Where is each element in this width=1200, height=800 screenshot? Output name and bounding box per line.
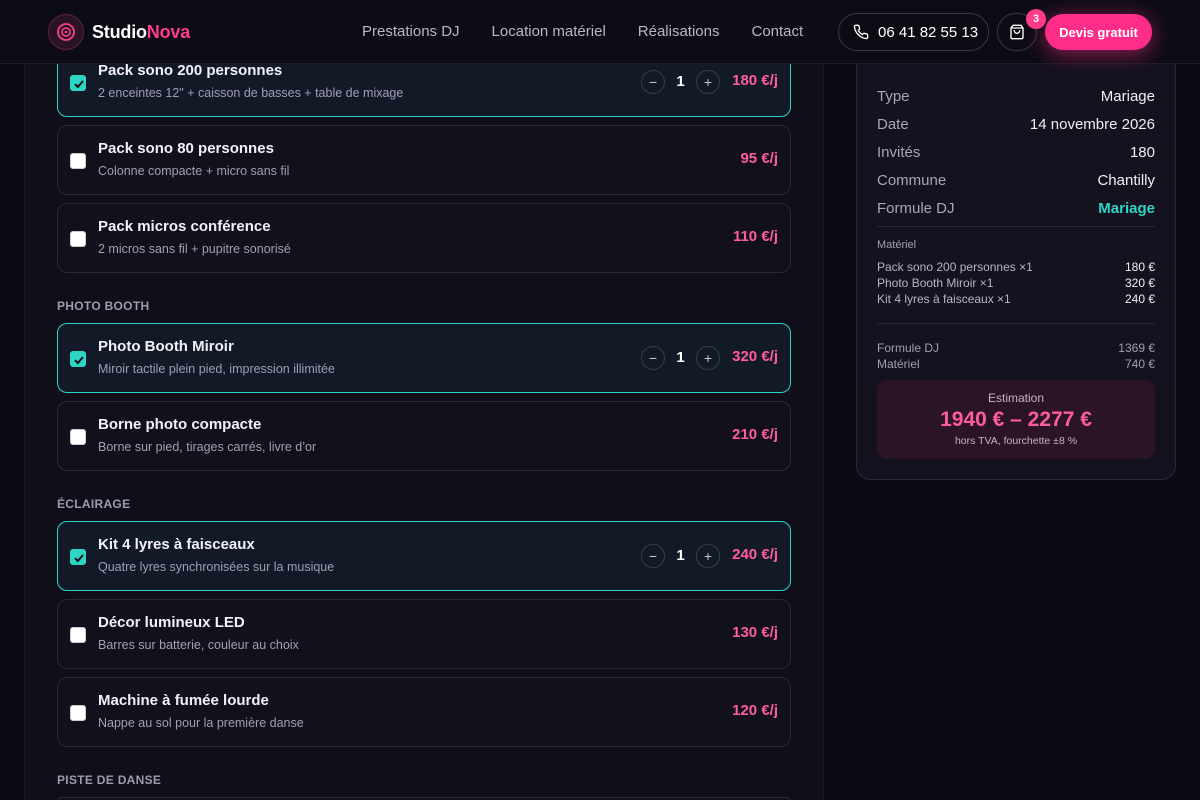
item-description: Barres sur batterie, couleur au choix xyxy=(98,638,299,652)
item-description: Quatre lyres synchronisées sur la musiqu… xyxy=(98,560,335,574)
nav-link-realisations[interactable]: Réalisations xyxy=(638,22,720,42)
item-name: Photo Booth Miroir xyxy=(98,338,234,355)
summary-row-type: Type Mariage xyxy=(877,88,1155,105)
quantity-value: 1 xyxy=(676,73,685,90)
shopping-bag-icon xyxy=(1010,24,1024,40)
quantity-stepper: − 1 + xyxy=(641,70,720,94)
section-heading-piste-de-danse: PISTE DE DANSE xyxy=(57,773,162,787)
item-name: Borne photo compacte xyxy=(98,416,262,433)
checkmark-icon xyxy=(74,554,84,563)
checkmark-icon xyxy=(74,356,84,365)
nav-link-contact[interactable]: Contact xyxy=(752,22,804,42)
equipment-item[interactable]: Machine à fumée lourde Nappe au sol pour… xyxy=(57,677,791,747)
quantity-stepper: − 1 + xyxy=(641,346,720,370)
section-heading-photo-booth: PHOTO BOOTH xyxy=(57,299,150,313)
phone-button[interactable]: 06 41 82 55 13 xyxy=(838,13,989,51)
nav-link-prestations-dj[interactable]: Prestations DJ xyxy=(362,22,460,42)
item-name: Décor lumineux LED xyxy=(98,614,245,631)
item-checkbox[interactable] xyxy=(70,231,86,247)
estimate-note: hors TVA, fourchette ±8 % xyxy=(954,435,1078,447)
quote-summary-card: Type Mariage Date 14 novembre 2026 Invités… xyxy=(856,44,1176,480)
item-description: 2 micros sans fil + pupitre sonorisé xyxy=(98,242,291,256)
cart-button[interactable]: 3 xyxy=(997,9,1046,51)
quantity-stepper: − 1 + xyxy=(641,544,720,568)
summary-row-date: Date 14 novembre 2026 xyxy=(877,116,1155,133)
materiel-line: Photo Booth Miroir ×1 320 € xyxy=(877,276,1155,290)
summary-row-guests: Invités 180 xyxy=(877,144,1155,161)
item-description: Borne sur pied, tirages carrés, livre d’… xyxy=(98,440,317,454)
equipment-item[interactable]: Décor lumineux LED Barres sur batterie, … xyxy=(57,599,791,669)
equipment-item[interactable]: Photo Booth Miroir Miroir tactile plein … xyxy=(57,323,791,393)
item-price: 180 €/j xyxy=(732,72,778,89)
item-name: Pack sono 200 personnes xyxy=(98,62,283,79)
summary-divider xyxy=(877,323,1155,324)
cart-count-badge: 3 xyxy=(1026,9,1046,29)
item-name: Pack sono 80 personnes xyxy=(98,140,274,157)
item-name: Machine à fumée lourde xyxy=(98,692,269,709)
estimate-box: Estimation 1940 € – 2277 € hors TVA, fou… xyxy=(877,380,1155,459)
summary-row-town: Commune Chantilly xyxy=(877,172,1155,189)
item-description: Nappe au sol pour la première danse xyxy=(98,716,304,730)
decrease-quantity-button[interactable]: − xyxy=(641,544,665,568)
equipment-item[interactable]: Borne photo compacte Borne sur pied, tir… xyxy=(57,401,791,471)
phone-icon xyxy=(853,24,869,40)
nav-link-location-materiel[interactable]: Location matériel xyxy=(492,22,606,42)
summary-divider xyxy=(877,226,1155,227)
increase-quantity-button[interactable]: + xyxy=(696,346,720,370)
estimate-label: Estimation xyxy=(987,391,1045,405)
materiel-line: Pack sono 200 personnes ×1 180 € xyxy=(877,260,1155,274)
phone-number: 06 41 82 55 13 xyxy=(878,23,979,41)
item-description: 2 enceintes 12" + caisson de basses + ta… xyxy=(98,86,404,100)
item-price: 110 €/j xyxy=(732,228,778,245)
section-heading-eclairage: ÉCLAIRAGE xyxy=(57,497,131,511)
item-checkbox[interactable] xyxy=(70,627,86,643)
estimate-range: 1940 € – 2277 € xyxy=(940,408,1092,431)
increase-quantity-button[interactable]: + xyxy=(696,70,720,94)
total-line-materiel: Matériel 740 € xyxy=(877,357,1155,371)
brand-name: StudioNova xyxy=(92,21,191,42)
item-price: 240 €/j xyxy=(732,546,778,563)
item-price: 210 €/j xyxy=(732,426,778,443)
site-header: StudioNova Prestations DJ Location matér… xyxy=(0,0,1200,64)
decrease-quantity-button[interactable]: − xyxy=(641,346,665,370)
brand-logo[interactable]: StudioNova xyxy=(48,14,190,50)
materiel-line: Kit 4 lyres à faisceaux ×1 240 € xyxy=(877,292,1155,306)
item-price: 120 €/j xyxy=(732,702,778,719)
vinyl-disc-icon xyxy=(48,14,84,50)
equipment-item[interactable]: Pack micros conférence 2 micros sans fil… xyxy=(57,203,791,273)
decrease-quantity-button[interactable]: − xyxy=(641,70,665,94)
main-nav: Prestations DJ Location matériel Réalisa… xyxy=(362,22,835,42)
quantity-value: 1 xyxy=(676,349,685,366)
summary-row-dj-formula: Formule DJ Mariage xyxy=(877,200,1155,217)
item-checkbox[interactable] xyxy=(70,429,86,445)
total-line-dj: Formule DJ 1369 € xyxy=(877,341,1155,355)
materiel-heading: Matériel xyxy=(877,239,917,251)
item-checkbox[interactable] xyxy=(70,549,86,565)
item-checkbox[interactable] xyxy=(70,153,86,169)
item-checkbox[interactable] xyxy=(70,351,86,367)
item-description: Miroir tactile plein pied, impression il… xyxy=(98,362,335,376)
item-price: 95 €/j xyxy=(740,150,778,167)
item-price: 130 €/j xyxy=(732,624,778,641)
equipment-item[interactable]: Kit 4 lyres à faisceaux Quatre lyres syn… xyxy=(57,521,791,591)
checkmark-icon xyxy=(74,80,84,89)
item-name: Pack micros conférence xyxy=(98,218,271,235)
item-checkbox[interactable] xyxy=(70,705,86,721)
item-price: 320 €/j xyxy=(732,348,778,365)
free-quote-button[interactable]: Devis gratuit xyxy=(1045,14,1152,50)
item-checkbox[interactable] xyxy=(70,75,86,91)
quantity-value: 1 xyxy=(676,547,685,564)
item-description: Colonne compacte + micro sans fil xyxy=(98,164,290,178)
equipment-item[interactable]: Pack sono 80 personnes Colonne compacte … xyxy=(57,125,791,195)
increase-quantity-button[interactable]: + xyxy=(696,544,720,568)
item-name: Kit 4 lyres à faisceaux xyxy=(98,536,255,553)
